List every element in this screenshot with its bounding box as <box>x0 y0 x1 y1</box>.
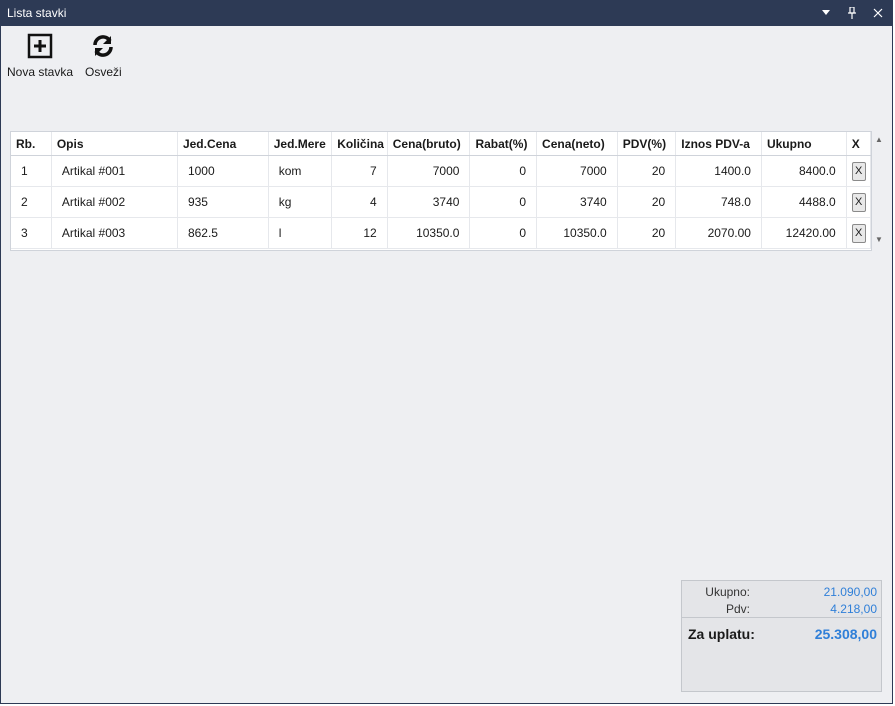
title-bar: Lista stavki <box>1 1 892 26</box>
column-header-cena-neto[interactable]: Cena(neto) <box>536 132 618 156</box>
cell-delete: X <box>846 155 872 187</box>
dropdown-icon[interactable] <box>818 4 834 22</box>
cell-jed-mere[interactable]: kom <box>268 155 333 187</box>
refresh-button[interactable]: Osveži <box>79 31 128 81</box>
cell-cena-bruto: 3740 <box>387 186 471 218</box>
plus-square-icon <box>27 33 53 62</box>
cell-rabat[interactable]: 0 <box>469 186 538 218</box>
scroll-up-icon[interactable]: ▲ <box>875 135 883 144</box>
summary-total-row: Za uplatu: 25.308,00 <box>682 626 877 642</box>
column-header-cena-bruto[interactable]: Cena(bruto) <box>387 132 471 156</box>
summary-pdv-value: 4.218,00 <box>830 602 877 616</box>
new-item-label: Nova stavka <box>7 65 74 79</box>
cell-pdv[interactable]: 20 <box>617 186 677 218</box>
column-header-jed-cena[interactable]: Jed.Cena <box>177 132 269 156</box>
table-row[interactable]: 1 Artikal #001 1000 kom 7 7000 0 7000 20… <box>11 155 872 187</box>
cell-jed-cena[interactable]: 935 <box>177 186 269 218</box>
cell-rb: 1 <box>11 155 52 187</box>
cell-opis[interactable]: Artikal #002 <box>51 186 178 218</box>
close-icon[interactable] <box>870 4 886 22</box>
cell-ukupno: 4488.0 <box>761 186 847 218</box>
cell-cena-neto: 10350.0 <box>536 217 618 249</box>
cell-rb: 3 <box>11 217 52 249</box>
cell-pdv[interactable]: 20 <box>617 155 677 187</box>
cell-cena-neto: 7000 <box>536 155 618 187</box>
column-header-ukupno[interactable]: Ukupno <box>761 132 847 156</box>
cell-rabat[interactable]: 0 <box>469 155 538 187</box>
table-row[interactable]: 2 Artikal #002 935 kg 4 3740 0 3740 20 7… <box>11 186 872 218</box>
column-header-rb[interactable]: Rb. <box>11 132 52 156</box>
summary-ukupno-value: 21.090,00 <box>823 585 877 599</box>
items-table: Rb. Opis Jed.Cena Jed.Mere Količina Cena… <box>11 132 872 249</box>
cell-opis[interactable]: Artikal #001 <box>51 155 178 187</box>
cell-jed-mere[interactable]: l <box>268 217 333 249</box>
pin-icon[interactable] <box>844 4 860 22</box>
header-row: Rb. Opis Jed.Cena Jed.Mere Količina Cena… <box>11 132 872 156</box>
column-header-jed-mere[interactable]: Jed.Mere <box>268 132 333 156</box>
window-controls <box>818 4 886 22</box>
cell-iznos-pdv: 2070.00 <box>675 217 762 249</box>
scroll-down-icon[interactable]: ▼ <box>875 235 883 244</box>
toolbar: Nova stavka Osveži <box>1 31 128 81</box>
delete-row-button[interactable]: X <box>851 192 866 212</box>
cell-jed-cena[interactable]: 1000 <box>177 155 269 187</box>
window: Lista stavki Nova stavka Osveži Rb. Opis… <box>0 0 893 704</box>
cell-iznos-pdv: 748.0 <box>675 186 762 218</box>
cell-iznos-pdv: 1400.0 <box>675 155 762 187</box>
column-header-pdv[interactable]: PDV(%) <box>617 132 677 156</box>
cell-jed-cena[interactable]: 862.5 <box>177 217 269 249</box>
cell-rabat[interactable]: 0 <box>469 217 538 249</box>
summary-pdv-row: Pdv: 4.218,00 <box>682 602 877 616</box>
column-header-iznos-pdv[interactable]: Iznos PDV-a <box>675 132 762 156</box>
table-row[interactable]: 3 Artikal #003 862.5 l 12 10350.0 0 1035… <box>11 217 872 249</box>
cell-opis[interactable]: Artikal #003 <box>51 217 178 249</box>
summary-pdv-label: Pdv: <box>725 602 750 616</box>
summary-ukupno-label: Ukupno: <box>705 585 750 599</box>
delete-row-button[interactable]: X <box>851 223 866 243</box>
cell-kolicina[interactable]: 7 <box>331 155 388 187</box>
cell-jed-mere[interactable]: kg <box>268 186 333 218</box>
summary-total-value: 25.308,00 <box>814 626 877 642</box>
new-item-button[interactable]: Nova stavka <box>1 31 79 81</box>
summary-total-label: Za uplatu: <box>688 626 755 642</box>
window-title: Lista stavki <box>7 6 67 20</box>
summary-divider <box>682 617 881 618</box>
column-header-kolicina[interactable]: Količina <box>331 132 388 156</box>
summary-ukupno-row: Ukupno: 21.090,00 <box>682 585 877 599</box>
refresh-label: Osveži <box>85 65 122 79</box>
cell-ukupno: 8400.0 <box>761 155 847 187</box>
delete-row-button[interactable]: X <box>851 161 866 181</box>
cell-cena-neto: 3740 <box>536 186 618 218</box>
column-header-x[interactable]: X <box>846 132 872 156</box>
refresh-icon <box>90 33 116 62</box>
cell-rb: 2 <box>11 186 52 218</box>
cell-cena-bruto: 7000 <box>387 155 471 187</box>
cell-kolicina[interactable]: 12 <box>331 217 388 249</box>
cell-ukupno: 12420.00 <box>761 217 847 249</box>
cell-pdv[interactable]: 20 <box>617 217 677 249</box>
cell-kolicina[interactable]: 4 <box>331 186 388 218</box>
column-header-opis[interactable]: Opis <box>51 132 178 156</box>
summary-panel: Ukupno: 21.090,00 Pdv: 4.218,00 Za uplat… <box>681 580 882 692</box>
cell-cena-bruto: 10350.0 <box>387 217 471 249</box>
vertical-scrollbar[interactable]: ▲ ▼ <box>873 131 885 251</box>
cell-delete: X <box>846 186 872 218</box>
cell-delete: X <box>846 217 872 249</box>
items-grid: Rb. Opis Jed.Cena Jed.Mere Količina Cena… <box>10 131 872 251</box>
column-header-rabat[interactable]: Rabat(%) <box>469 132 538 156</box>
